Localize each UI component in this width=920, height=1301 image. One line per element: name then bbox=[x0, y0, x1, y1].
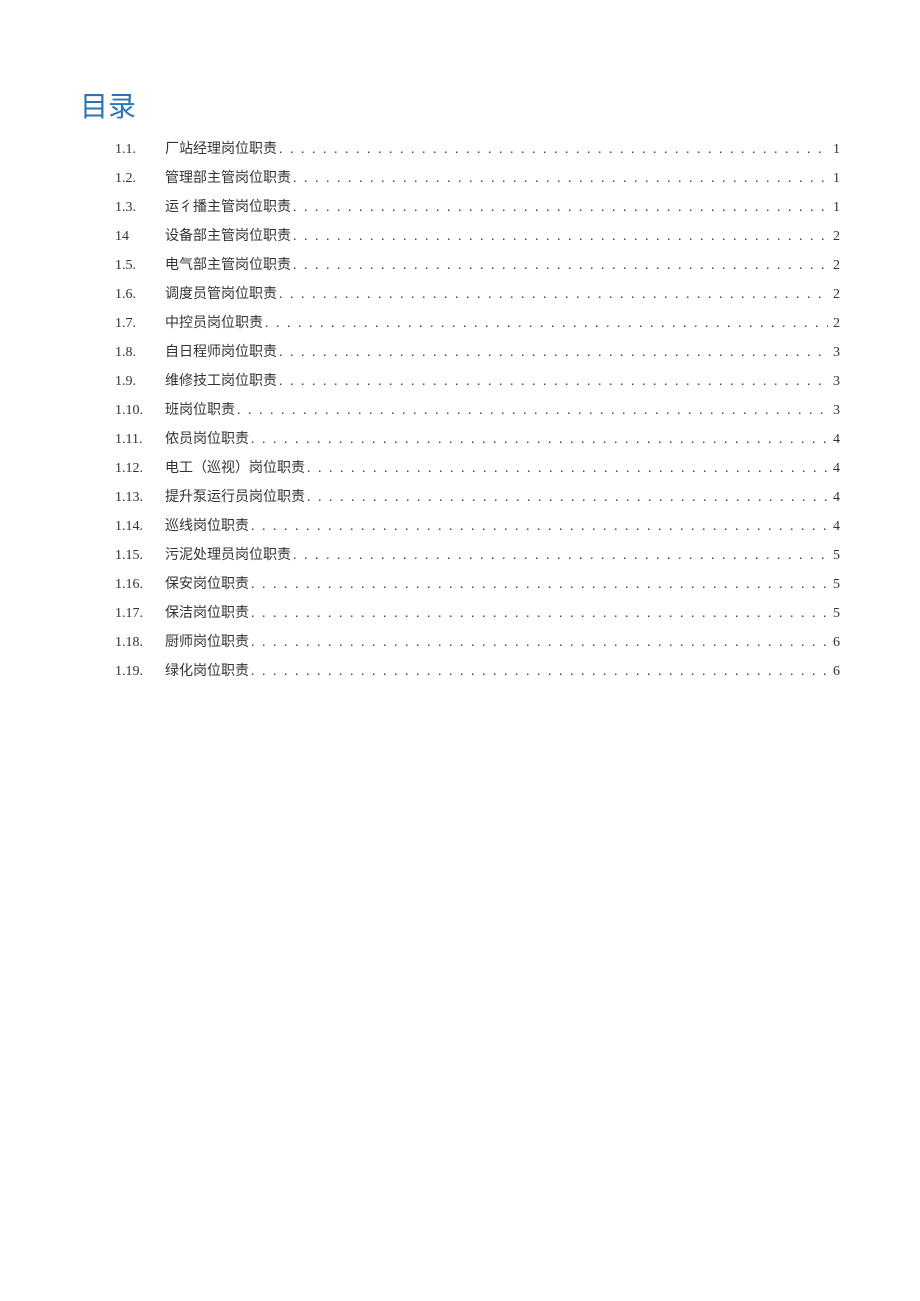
toc-item[interactable]: 1.19.绿化岗位职责. . . . . . . . . . . . . . .… bbox=[80, 665, 840, 679]
toc-page-number: 5 bbox=[828, 607, 840, 621]
toc-item[interactable]: 1.12.电工（巡视）岗位职责. . . . . . . . . . . . .… bbox=[80, 462, 840, 476]
toc-leader-dots: . . . . . . . . . . . . . . . . . . . . … bbox=[291, 201, 828, 215]
toc-page-number: 5 bbox=[828, 578, 840, 592]
toc-number: 1.1. bbox=[115, 143, 165, 157]
toc-page-number: 5 bbox=[828, 549, 840, 563]
toc-page-number: 1 bbox=[828, 201, 840, 215]
toc-leader-dots: . . . . . . . . . . . . . . . . . . . . … bbox=[235, 404, 828, 418]
toc-list: 1.1.厂站经理岗位职责 . . . . . . . . . . . . . .… bbox=[80, 143, 840, 679]
toc-leader-dots: . . . . . . . . . . . . . . . . . . . . … bbox=[291, 230, 828, 244]
toc-leader-dots: . . . . . . . . . . . . . . . . . . . . … bbox=[249, 636, 828, 650]
toc-leader-dots: . . . . . . . . . . . . . . . . . . . . … bbox=[277, 288, 828, 302]
toc-item[interactable]: 1.3.运彳播主管岗位职责 . . . . . . . . . . . . . … bbox=[80, 201, 840, 215]
toc-item[interactable]: 1.15.污泥处理员岗位职责. . . . . . . . . . . . . … bbox=[80, 549, 840, 563]
toc-item[interactable]: 1.14.巡线岗位职责. . . . . . . . . . . . . . .… bbox=[80, 520, 840, 534]
toc-label: 维修技工岗位职责 bbox=[165, 375, 277, 389]
toc-number: 1.2. bbox=[115, 172, 165, 186]
toc-label: 污泥处理员岗位职责 bbox=[165, 549, 291, 563]
toc-page-number: 4 bbox=[828, 520, 840, 534]
toc-label: 管理部主管岗位职责 bbox=[165, 172, 291, 186]
toc-label: 保洁岗位职责 bbox=[165, 607, 249, 621]
toc-number: 1.5. bbox=[115, 259, 165, 273]
toc-title: 目录 bbox=[80, 85, 840, 125]
toc-label: 绿化岗位职责 bbox=[165, 665, 249, 679]
toc-number: 1.17. bbox=[115, 607, 165, 621]
toc-item[interactable]: 1.6.调度员管岗位职责 . . . . . . . . . . . . . .… bbox=[80, 288, 840, 302]
toc-leader-dots: . . . . . . . . . . . . . . . . . . . . … bbox=[305, 462, 828, 476]
toc-leader-dots: . . . . . . . . . . . . . . . . . . . . … bbox=[249, 578, 828, 592]
toc-label: 电气部主管岗位职责 bbox=[165, 259, 291, 273]
toc-leader-dots: . . . . . . . . . . . . . . . . . . . . … bbox=[277, 375, 828, 389]
toc-number: 1.14. bbox=[115, 520, 165, 534]
toc-page-number: 3 bbox=[828, 346, 840, 360]
toc-item[interactable]: 1.2.管理部主管岗位职责 . . . . . . . . . . . . . … bbox=[80, 172, 840, 186]
toc-item[interactable]: 14设备部主管岗位职责 . . . . . . . . . . . . . . … bbox=[80, 230, 840, 244]
toc-number: 1.12. bbox=[115, 462, 165, 476]
toc-number: 1.16. bbox=[115, 578, 165, 592]
toc-leader-dots: . . . . . . . . . . . . . . . . . . . . … bbox=[249, 607, 828, 621]
toc-number: 1.8. bbox=[115, 346, 165, 360]
toc-leader-dots: . . . . . . . . . . . . . . . . . . . . … bbox=[277, 143, 828, 157]
toc-page-number: 4 bbox=[828, 491, 840, 505]
toc-page-number: 4 bbox=[828, 433, 840, 447]
toc-page-number: 3 bbox=[828, 375, 840, 389]
toc-label: 中控员岗位职责 bbox=[165, 317, 263, 331]
toc-label: 运彳播主管岗位职责 bbox=[165, 201, 291, 215]
toc-item[interactable]: 1.18.厨师岗位职责. . . . . . . . . . . . . . .… bbox=[80, 636, 840, 650]
toc-item[interactable]: 1.17.保洁岗位职责. . . . . . . . . . . . . . .… bbox=[80, 607, 840, 621]
toc-page-number: 1 bbox=[828, 172, 840, 186]
toc-leader-dots: . . . . . . . . . . . . . . . . . . . . … bbox=[291, 259, 828, 273]
toc-label: 自日程师岗位职责 bbox=[165, 346, 277, 360]
toc-number: 1.7. bbox=[115, 317, 165, 331]
toc-leader-dots: . . . . . . . . . . . . . . . . . . . . … bbox=[249, 665, 828, 679]
toc-label: 提升泵运行员岗位职责 bbox=[165, 491, 305, 505]
toc-item[interactable]: 1.8.自日程师岗位职责 . . . . . . . . . . . . . .… bbox=[80, 346, 840, 360]
toc-number: 1.19. bbox=[115, 665, 165, 679]
toc-page-number: 3 bbox=[828, 404, 840, 418]
toc-number: 1.3. bbox=[115, 201, 165, 215]
toc-item[interactable]: 1.1.厂站经理岗位职责 . . . . . . . . . . . . . .… bbox=[80, 143, 840, 157]
toc-leader-dots: . . . . . . . . . . . . . . . . . . . . … bbox=[305, 491, 828, 505]
toc-leader-dots: . . . . . . . . . . . . . . . . . . . . … bbox=[249, 520, 828, 534]
toc-leader-dots: . . . . . . . . . . . . . . . . . . . . … bbox=[263, 317, 828, 331]
toc-leader-dots: . . . . . . . . . . . . . . . . . . . . … bbox=[277, 346, 828, 360]
toc-number: 1.9. bbox=[115, 375, 165, 389]
toc-label: 保安岗位职责 bbox=[165, 578, 249, 592]
toc-item[interactable]: 1.16.保安岗位职责. . . . . . . . . . . . . . .… bbox=[80, 578, 840, 592]
toc-item[interactable]: 1.5.电气部主管岗位职责 . . . . . . . . . . . . . … bbox=[80, 259, 840, 273]
toc-number: 14 bbox=[115, 230, 165, 244]
toc-leader-dots: . . . . . . . . . . . . . . . . . . . . … bbox=[291, 172, 828, 186]
toc-label: 电工（巡视）岗位职责 bbox=[165, 462, 305, 476]
toc-label: 班岗位职责 bbox=[165, 404, 235, 418]
toc-page-number: 6 bbox=[828, 636, 840, 650]
toc-number: 1.15. bbox=[115, 549, 165, 563]
toc-page-number: 6 bbox=[828, 665, 840, 679]
toc-label: 设备部主管岗位职责 bbox=[165, 230, 291, 244]
toc-item[interactable]: 1.10.班岗位职责 . . . . . . . . . . . . . . .… bbox=[80, 404, 840, 418]
toc-page-number: 2 bbox=[828, 230, 840, 244]
toc-label: 厂站经理岗位职责 bbox=[165, 143, 277, 157]
toc-leader-dots: . . . . . . . . . . . . . . . . . . . . … bbox=[291, 549, 828, 563]
toc-page-number: 1 bbox=[828, 143, 840, 157]
toc-item[interactable]: 1.11.侬员岗位职责. . . . . . . . . . . . . . .… bbox=[80, 433, 840, 447]
toc-label: 侬员岗位职责 bbox=[165, 433, 249, 447]
toc-item[interactable]: 1.9.维修技工岗位职责 . . . . . . . . . . . . . .… bbox=[80, 375, 840, 389]
toc-number: 1.10. bbox=[115, 404, 165, 418]
toc-label: 厨师岗位职责 bbox=[165, 636, 249, 650]
toc-number: 1.11. bbox=[115, 433, 165, 447]
toc-label: 调度员管岗位职责 bbox=[165, 288, 277, 302]
toc-number: 1.18. bbox=[115, 636, 165, 650]
toc-item[interactable]: 1.7.中控员岗位职责 . . . . . . . . . . . . . . … bbox=[80, 317, 840, 331]
toc-page-number: 4 bbox=[828, 462, 840, 476]
toc-item[interactable]: 1.13.提升泵运行员岗位职责. . . . . . . . . . . . .… bbox=[80, 491, 840, 505]
toc-page-number: 2 bbox=[828, 317, 840, 331]
toc-page-number: 2 bbox=[828, 288, 840, 302]
toc-number: 1.6. bbox=[115, 288, 165, 302]
toc-page-number: 2 bbox=[828, 259, 840, 273]
toc-label: 巡线岗位职责 bbox=[165, 520, 249, 534]
toc-number: 1.13. bbox=[115, 491, 165, 505]
toc-leader-dots: . . . . . . . . . . . . . . . . . . . . … bbox=[249, 433, 828, 447]
